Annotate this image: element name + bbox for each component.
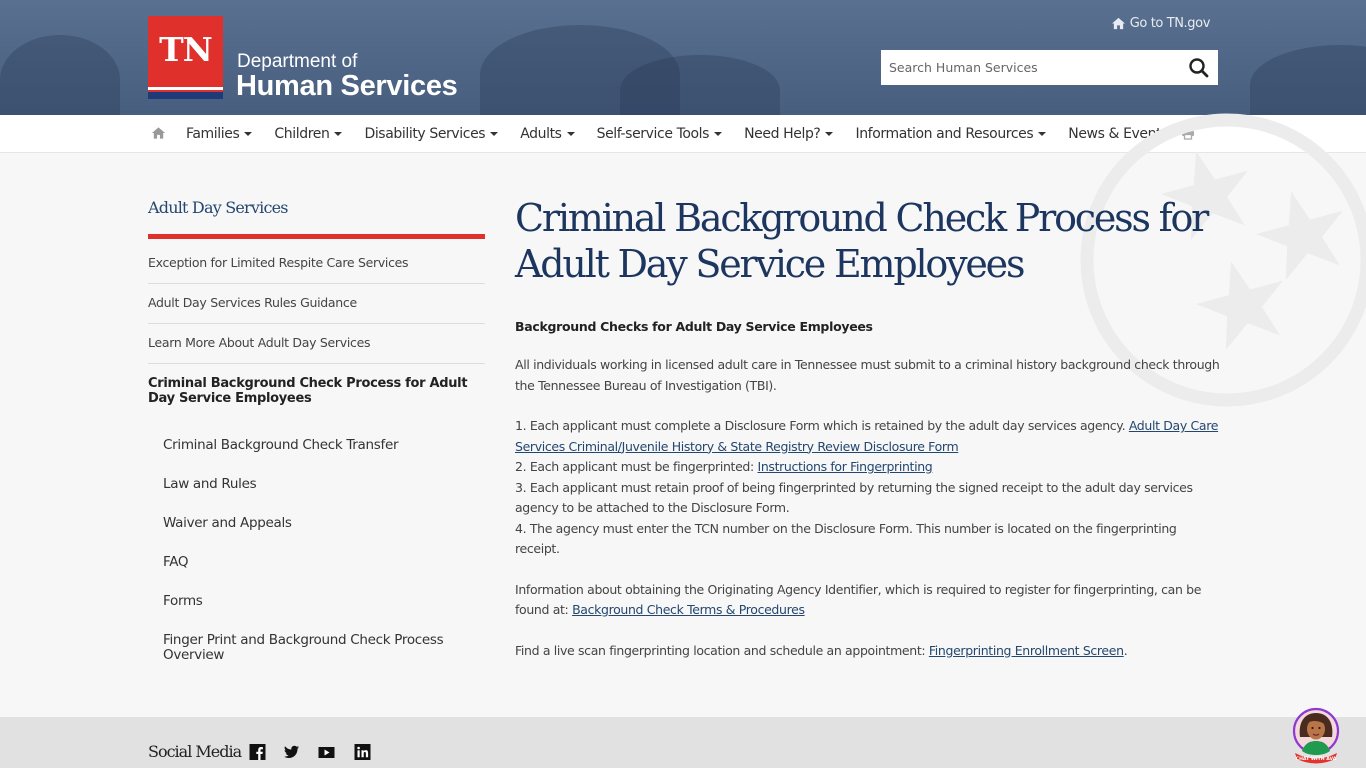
- sidebar-subitem-faq[interactable]: FAQ: [148, 543, 485, 582]
- nav-item-adults[interactable]: Adults: [520, 126, 575, 142]
- main-nav: Families Children Disability Services Ad…: [0, 115, 1366, 153]
- header-bg-tree: [620, 55, 780, 115]
- tn-logo[interactable]: TN: [148, 16, 223, 99]
- sidebar-title[interactable]: Adult Day Services: [148, 198, 289, 217]
- caret-down-icon: [1038, 132, 1047, 136]
- header-bg-tree: [1250, 45, 1366, 115]
- logo-stripe-white: [148, 87, 223, 90]
- logo-stripe-blue: [148, 92, 223, 99]
- search-box: [881, 50, 1218, 85]
- nav-label: Self-service Tools: [596, 126, 710, 142]
- dept-name-line2[interactable]: Human Services: [236, 70, 458, 103]
- site-header: TN Department of Human Services Go to TN…: [0, 0, 1366, 115]
- twitter-icon[interactable]: [283, 744, 300, 760]
- nav-item-self-service-tools[interactable]: Self-service Tools: [597, 126, 723, 142]
- step3-text: 3. Each applicant must retain proof of b…: [515, 479, 1193, 516]
- live-scan-text: Find a live scan fingerprinting location…: [515, 642, 929, 658]
- nav-item-information-resources[interactable]: Information and Resources: [855, 126, 1047, 142]
- nav-label: Adults: [520, 126, 562, 142]
- chat-with-ava-button[interactable]: CHAT WITH AVA: [1292, 707, 1340, 765]
- caret-down-icon: [1173, 132, 1182, 136]
- sidebar-accent-bar: [148, 234, 485, 239]
- social-media-label: Social Media: [148, 742, 242, 761]
- oai-paragraph: Information about obtaining the Originat…: [515, 580, 1220, 621]
- nav-item-need-help[interactable]: Need Help?: [744, 126, 834, 142]
- sidebar-subitem-forms[interactable]: Forms: [148, 582, 485, 621]
- chat-label: CHAT WITH AVA: [1296, 756, 1337, 762]
- enrollment-screen-link[interactable]: Fingerprinting Enrollment Screen: [929, 643, 1124, 658]
- facebook-icon[interactable]: [249, 744, 266, 760]
- nav-menu: Families Children Disability Services Ad…: [186, 115, 1203, 153]
- nav-label: Disability Services: [364, 126, 486, 142]
- search-input[interactable]: [881, 50, 1171, 85]
- caret-down-icon: [714, 132, 723, 136]
- caret-down-icon: [244, 132, 253, 136]
- nav-label: Need Help?: [744, 126, 821, 142]
- step1-text: 1. Each applicant must complete a Disclo…: [515, 418, 1129, 433]
- footer: Social Media: [0, 717, 1366, 768]
- sidebar-item-criminal-background-check[interactable]: Criminal Background Check Process for Ad…: [148, 364, 485, 426]
- sidebar-subitem-waiver-appeals[interactable]: Waiver and Appeals: [148, 504, 485, 543]
- caret-down-icon: [490, 132, 499, 136]
- nav-label: News & Events: [1068, 126, 1169, 142]
- home-icon: [1111, 17, 1125, 30]
- caret-down-icon: [334, 132, 343, 136]
- logo-text: TN: [159, 30, 213, 69]
- sidebar-subitem-fingerprint-overview[interactable]: Finger Print and Background Check Proces…: [148, 621, 485, 663]
- nav-label: Information and Resources: [855, 126, 1034, 142]
- page-title: Criminal Background Check Process for Ad…: [515, 196, 1209, 286]
- print-icon[interactable]: [1181, 126, 1195, 140]
- home-icon[interactable]: [151, 126, 166, 140]
- sidebar-menu: Exception for Limited Respite Care Servi…: [148, 244, 485, 663]
- fingerprint-instructions-link[interactable]: Instructions for Fingerprinting: [758, 459, 933, 474]
- sidebar-item-learn-more[interactable]: Learn More About Adult Day Services: [148, 324, 485, 364]
- steps-paragraph: 1. Each applicant must complete a Disclo…: [515, 416, 1220, 560]
- intro-paragraph: All individuals working in licensed adul…: [515, 357, 1220, 393]
- live-scan-end: .: [1123, 642, 1128, 658]
- step4-text: 4. The agency must enter the TCN number …: [515, 520, 1177, 557]
- sidebar-item-rules-guidance[interactable]: Adult Day Services Rules Guidance: [148, 284, 485, 324]
- go-to-tn-link[interactable]: Go to TN.gov: [1111, 16, 1210, 31]
- youtube-icon[interactable]: [318, 744, 335, 760]
- nav-item-news-events[interactable]: News & Events: [1068, 126, 1182, 142]
- nav-item-disability-services[interactable]: Disability Services: [364, 126, 499, 142]
- nav-item-families[interactable]: Families: [186, 126, 253, 142]
- nav-label: Families: [186, 126, 240, 142]
- main-content: Criminal Background Check Process for Ad…: [515, 195, 1220, 661]
- sidebar-item-exception-respite[interactable]: Exception for Limited Respite Care Servi…: [148, 244, 485, 284]
- sidebar-subitem-check-transfer[interactable]: Criminal Background Check Transfer: [148, 426, 485, 465]
- header-bg-tree: [0, 35, 120, 115]
- linkedin-icon[interactable]: [354, 744, 371, 760]
- live-scan-paragraph: Find a live scan fingerprinting location…: [515, 641, 1220, 662]
- step2-text: 2. Each applicant must be fingerprinted:: [515, 459, 758, 474]
- go-to-tn-label: Go to TN.gov: [1129, 16, 1211, 31]
- caret-down-icon: [566, 132, 575, 136]
- nav-item-children[interactable]: Children: [274, 126, 343, 142]
- section-heading: Background Checks for Adult Day Service …: [515, 319, 873, 334]
- nav-label: Children: [274, 126, 330, 142]
- sidebar-subitem-law-rules[interactable]: Law and Rules: [148, 465, 485, 504]
- search-icon[interactable]: [1188, 57, 1210, 79]
- caret-down-icon: [825, 132, 834, 136]
- terms-procedures-link[interactable]: Background Check Terms & Procedures: [572, 602, 805, 617]
